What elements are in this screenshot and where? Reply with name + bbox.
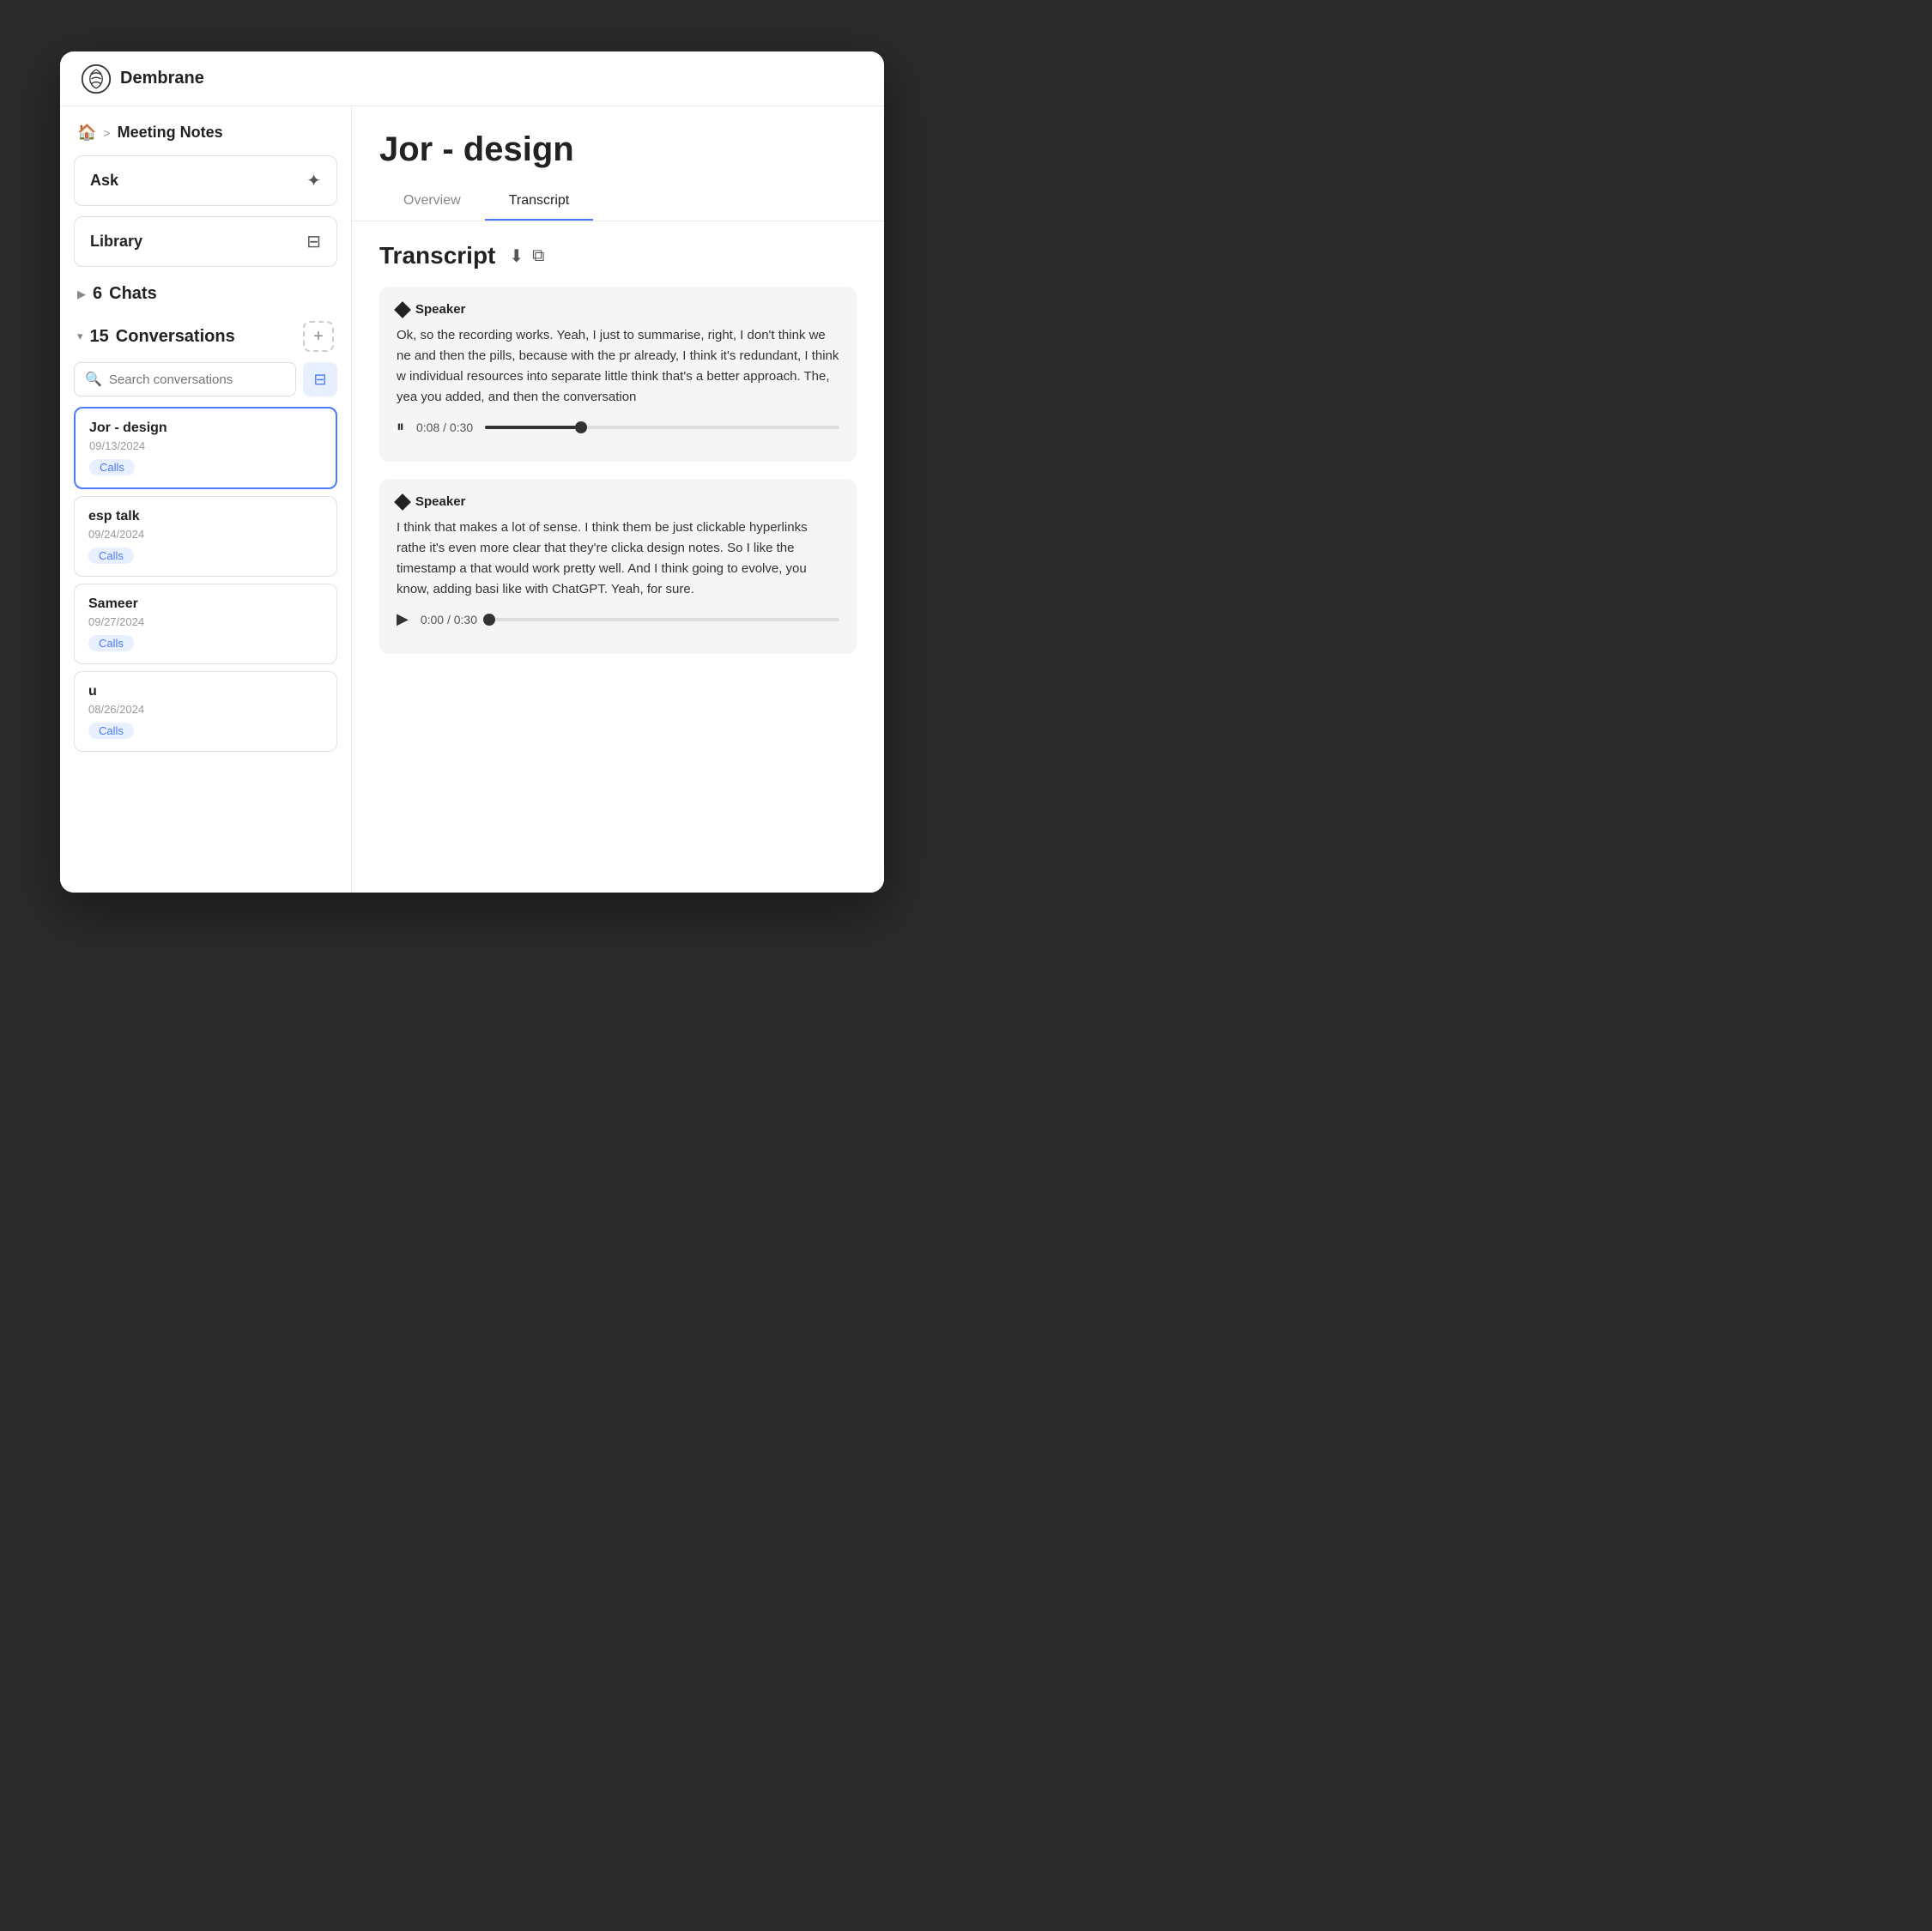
library-card[interactable]: Library ⊟ bbox=[74, 216, 337, 267]
library-icon: ⊟ bbox=[306, 231, 321, 252]
plus-icon: + bbox=[313, 327, 324, 347]
audio-player-0: ⏸ 0:08 / 0:30 bbox=[397, 408, 839, 446]
audio-track-0[interactable] bbox=[485, 426, 839, 429]
conv-title-3: u bbox=[88, 684, 323, 699]
search-icon: 🔍 bbox=[85, 371, 102, 388]
transcript-actions: ⬇ ⧉ bbox=[509, 245, 544, 267]
conv-title-0: Jor - design bbox=[89, 421, 322, 436]
speaker-text-1: I think that makes a lot of sense. I thi… bbox=[397, 518, 839, 600]
conv-date-1: 09/24/2024 bbox=[88, 528, 323, 541]
logo-area: Dembrane bbox=[81, 64, 204, 94]
search-input-wrap: 🔍 bbox=[74, 362, 296, 396]
tab-transcript[interactable]: Transcript bbox=[485, 183, 594, 221]
play-button-1[interactable]: ▶ bbox=[397, 610, 409, 628]
download-button[interactable]: ⬇ bbox=[509, 245, 524, 267]
conversations-section: ▾ 15 Conversations + 🔍 ⊟ bbox=[60, 314, 351, 759]
audio-player-1: ▶ 0:00 / 0:30 bbox=[397, 600, 839, 639]
page-title: Jor - design bbox=[379, 130, 857, 169]
conv-tag-0: Calls bbox=[89, 459, 135, 475]
library-label: Library bbox=[90, 233, 142, 251]
audio-time-1: 0:00 / 0:30 bbox=[421, 613, 477, 627]
conversation-item-3[interactable]: u 08/26/2024 Calls bbox=[74, 671, 337, 752]
filter-icon: ⊟ bbox=[313, 371, 326, 389]
breadcrumb: 🏠 > Meeting Notes bbox=[60, 106, 351, 155]
transcript-header: Transcript ⬇ ⧉ bbox=[379, 242, 857, 269]
ask-label: Ask bbox=[90, 172, 118, 190]
sparkle-icon: ✦ bbox=[306, 170, 321, 191]
conversation-item-0[interactable]: Jor - design 09/13/2024 Calls bbox=[74, 407, 337, 489]
tab-overview[interactable]: Overview bbox=[379, 183, 485, 221]
search-row: 🔍 ⊟ bbox=[74, 362, 337, 396]
chats-label: Chats bbox=[109, 284, 157, 304]
conversations-header: ▾ 15 Conversations + bbox=[74, 314, 337, 362]
conv-tag-1: Calls bbox=[88, 548, 134, 564]
speaker-block-1: Speaker I think that makes a lot of sens… bbox=[379, 479, 857, 654]
conversation-item-2[interactable]: Sameer 09/27/2024 Calls bbox=[74, 584, 337, 664]
chats-arrow-icon: ▶ bbox=[77, 288, 86, 301]
transcript-title: Transcript bbox=[379, 242, 495, 269]
chats-section[interactable]: ▶ 6 Chats bbox=[60, 277, 351, 314]
conv-title-2: Sameer bbox=[88, 596, 323, 612]
conversations-header-left: ▾ 15 Conversations bbox=[77, 327, 235, 347]
speaker-name-0: Speaker bbox=[415, 302, 465, 317]
speaker-diamond-icon-0 bbox=[394, 301, 411, 318]
pause-button-0[interactable]: ⏸ bbox=[397, 418, 404, 436]
conversations-arrow-icon[interactable]: ▾ bbox=[77, 330, 83, 343]
conv-tag-3: Calls bbox=[88, 723, 134, 739]
speaker-text-0: Ok, so the recording works. Yeah, I just… bbox=[397, 325, 839, 408]
audio-thumb-1 bbox=[483, 614, 495, 626]
speaker-block-0: Speaker Ok, so the recording works. Yeah… bbox=[379, 287, 857, 462]
main-content: Jor - design Overview Transcript Transcr… bbox=[352, 106, 884, 893]
logo-icon bbox=[81, 64, 112, 94]
audio-thumb-0 bbox=[575, 421, 587, 433]
speaker-label-row-0: Speaker bbox=[397, 302, 839, 317]
search-input[interactable] bbox=[109, 364, 285, 396]
speaker-label-row-1: Speaker bbox=[397, 494, 839, 509]
speaker-name-1: Speaker bbox=[415, 494, 465, 509]
speaker-diamond-icon-1 bbox=[394, 493, 411, 511]
conversation-item-1[interactable]: esp talk 09/24/2024 Calls bbox=[74, 496, 337, 577]
app-body: 🏠 > Meeting Notes Ask ✦ Library ⊟ ▶ 6 Ch… bbox=[60, 106, 884, 893]
breadcrumb-separator: > bbox=[103, 126, 110, 140]
conversations-label: Conversations bbox=[116, 327, 235, 347]
audio-time-0: 0:08 / 0:30 bbox=[416, 421, 473, 434]
home-icon[interactable]: 🏠 bbox=[77, 124, 96, 142]
tabs-row: Overview Transcript bbox=[379, 183, 857, 221]
copy-button[interactable]: ⧉ bbox=[532, 246, 544, 266]
add-conversation-button[interactable]: + bbox=[303, 321, 334, 352]
audio-track-1[interactable] bbox=[489, 618, 839, 621]
conv-date-2: 09/27/2024 bbox=[88, 615, 323, 628]
app-header: Dembrane bbox=[60, 51, 884, 106]
conv-tag-2: Calls bbox=[88, 635, 134, 651]
app-name: Dembrane bbox=[120, 69, 204, 88]
audio-progress-0 bbox=[485, 426, 580, 429]
breadcrumb-label: Meeting Notes bbox=[118, 124, 223, 142]
conv-title-1: esp talk bbox=[88, 509, 323, 524]
conversations-count: 15 bbox=[90, 327, 109, 347]
conv-date-3: 08/26/2024 bbox=[88, 703, 323, 716]
main-header: Jor - design Overview Transcript bbox=[352, 106, 884, 221]
conversation-list: Jor - design 09/13/2024 Calls esp talk 0… bbox=[74, 407, 337, 752]
app-window: Dembrane 🏠 > Meeting Notes Ask ✦ Library… bbox=[60, 51, 884, 893]
ask-card[interactable]: Ask ✦ bbox=[74, 155, 337, 206]
sidebar: 🏠 > Meeting Notes Ask ✦ Library ⊟ ▶ 6 Ch… bbox=[60, 106, 352, 893]
chats-count: 6 bbox=[93, 284, 102, 304]
transcript-area: Transcript ⬇ ⧉ Speaker Ok, so the record… bbox=[352, 221, 884, 893]
conv-date-0: 09/13/2024 bbox=[89, 439, 322, 452]
filter-button[interactable]: ⊟ bbox=[303, 362, 337, 396]
